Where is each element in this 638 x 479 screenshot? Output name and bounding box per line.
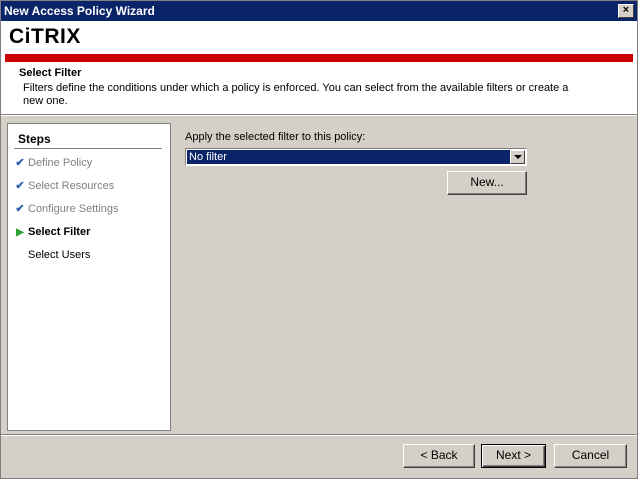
next-button[interactable]: Next >	[481, 444, 546, 468]
wizard-header: CiTRIX Select Filter Filters define the …	[1, 21, 637, 114]
check-icon: ✔	[15, 157, 25, 169]
filter-label: Apply the selected filter to this policy…	[185, 131, 366, 143]
header-divider	[1, 114, 637, 116]
back-button[interactable]: < Back	[403, 444, 475, 468]
filter-selected-value: No filter	[187, 150, 511, 164]
page-description: Filters define the conditions under whic…	[23, 82, 569, 107]
current-arrow-icon: ▶	[16, 227, 24, 238]
step-define-policy: ✔ Define Policy	[12, 155, 92, 171]
window-title: New Access Policy Wizard	[4, 4, 155, 18]
title-bar: New Access Policy Wizard ×	[1, 1, 637, 21]
chevron-down-icon[interactable]	[510, 150, 525, 164]
step-select-users: Select Users	[28, 249, 91, 261]
page-title: Select Filter	[19, 67, 82, 79]
check-icon: ✔	[15, 180, 25, 192]
steps-panel: Steps ✔ Define Policy ✔ Select Resources ✔…	[7, 123, 171, 431]
close-icon: ×	[622, 4, 630, 16]
citrix-logo: CiTRIX	[9, 25, 81, 48]
brand-bar	[5, 54, 633, 62]
new-filter-button[interactable]: New...	[447, 171, 527, 195]
step-select-filter: ▶ Select Filter	[12, 224, 90, 240]
close-button[interactable]: ×	[618, 4, 634, 18]
step-select-resources: ✔ Select Resources	[12, 178, 114, 194]
cancel-button[interactable]: Cancel	[554, 444, 627, 468]
step-configure-settings: ✔ Configure Settings	[12, 201, 118, 217]
check-icon: ✔	[15, 203, 25, 215]
filter-dropdown[interactable]: No filter	[185, 148, 527, 166]
footer-divider	[1, 434, 637, 436]
steps-heading: Steps	[18, 132, 51, 146]
wizard-window: New Access Policy Wizard × CiTRIX Select…	[0, 0, 638, 479]
steps-divider	[14, 148, 162, 149]
